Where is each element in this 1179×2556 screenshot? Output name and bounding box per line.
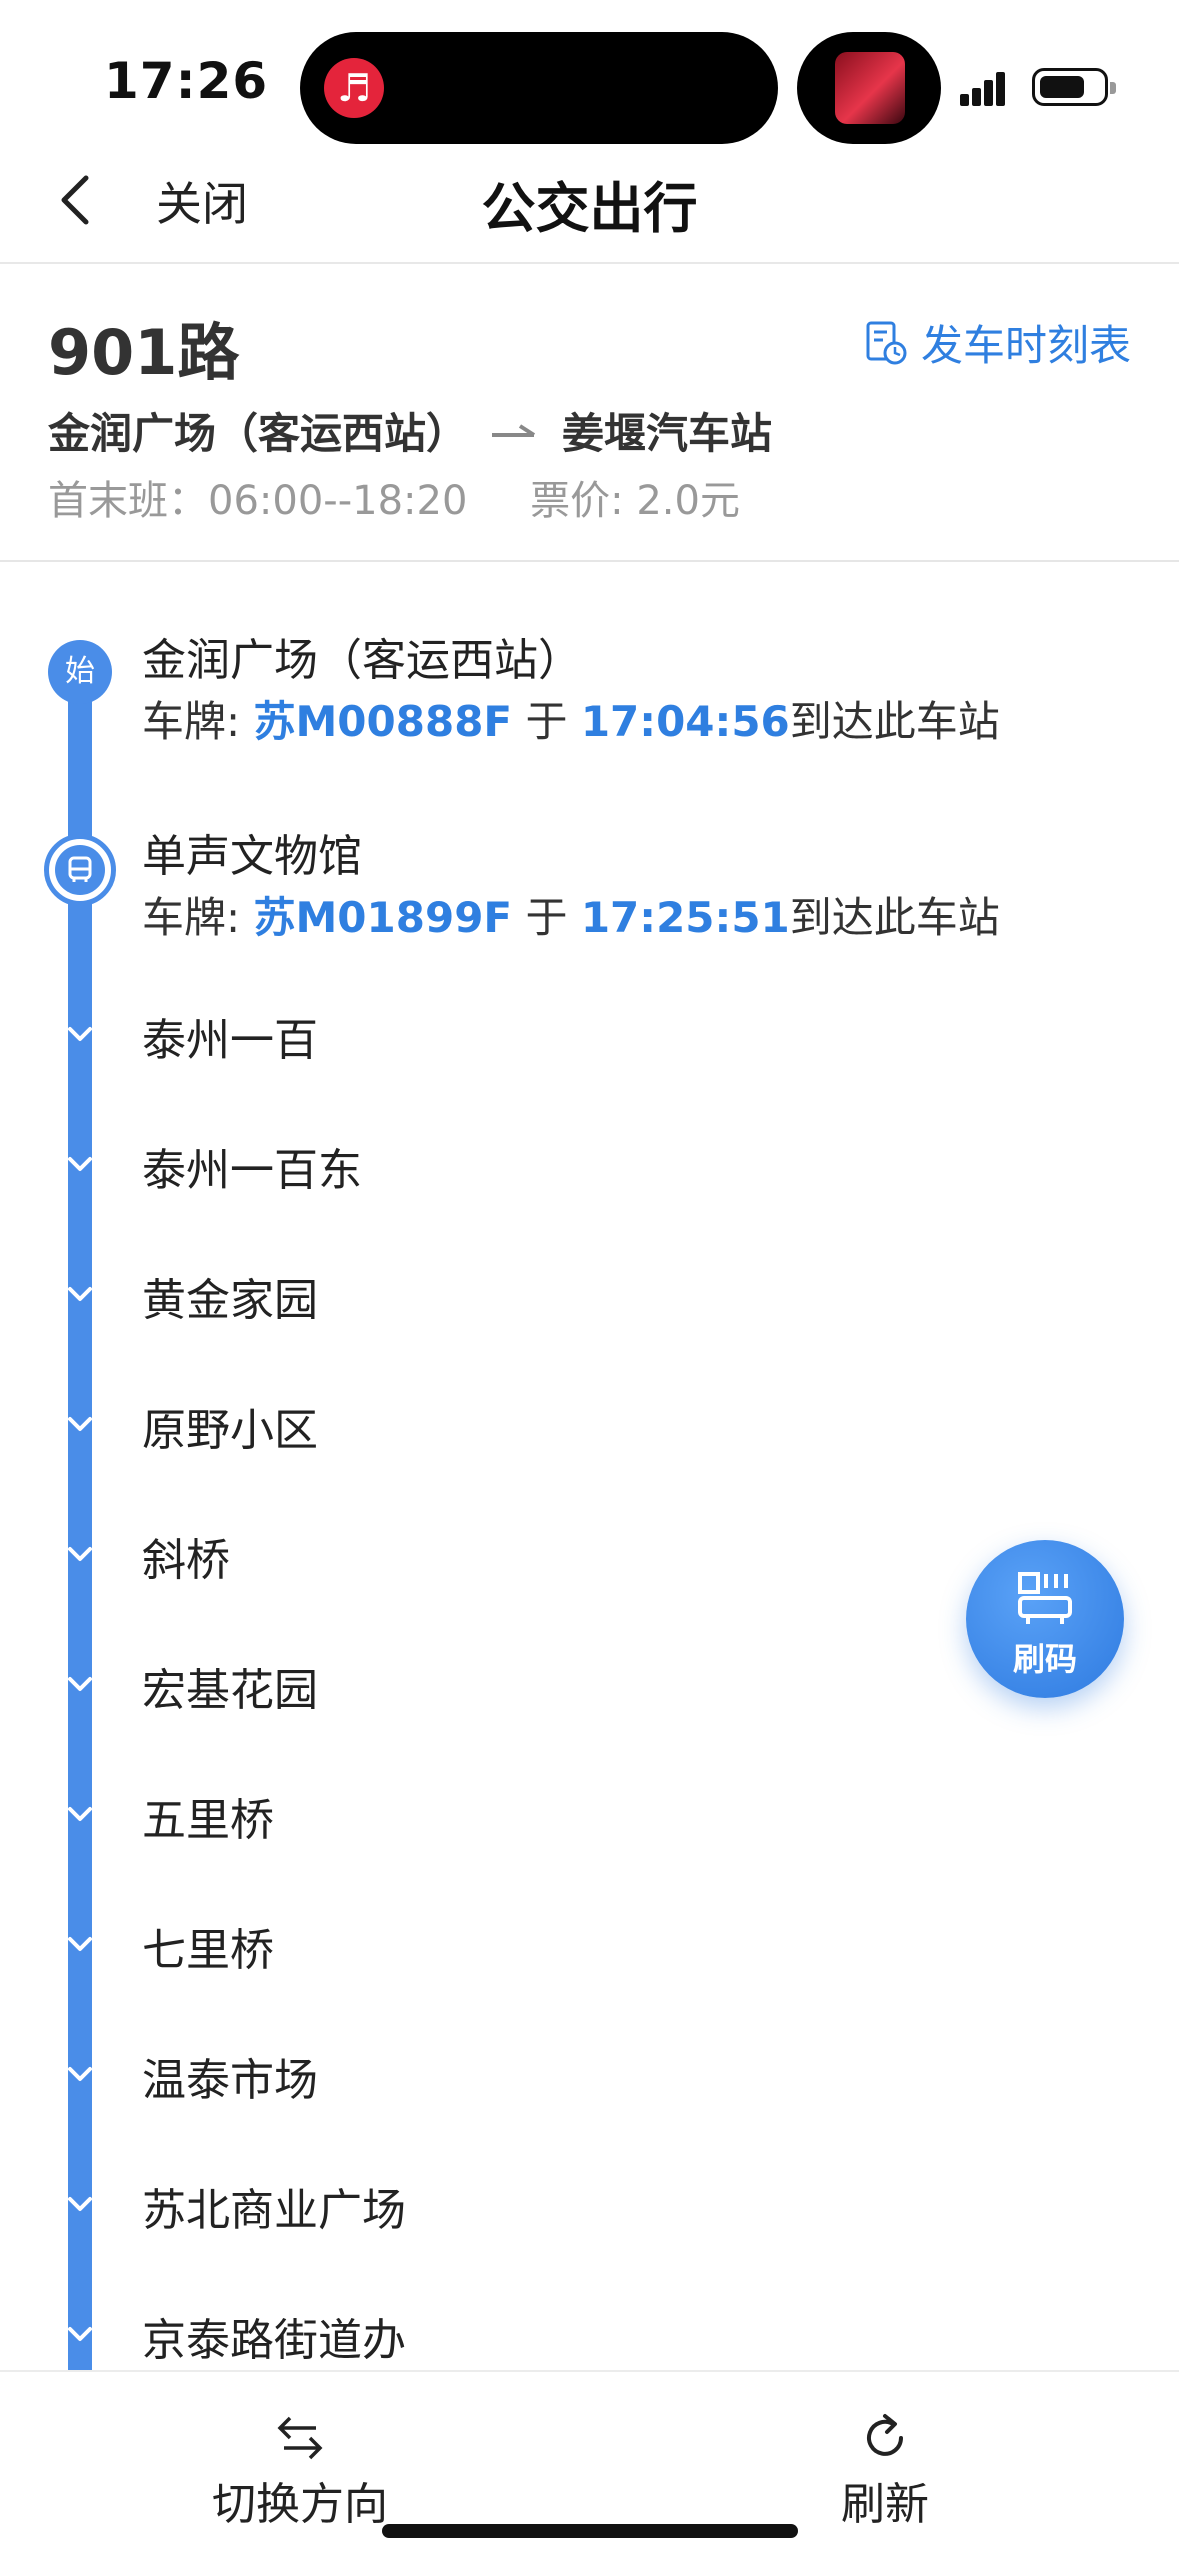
stop-name: 宏基花园 xyxy=(142,1665,318,1716)
bus-arrival-info: 车牌: 苏M00888F 于 17:04:56到达此车站 xyxy=(142,697,1000,746)
route-destination: 姜堰汽车站 xyxy=(562,409,773,458)
stop-item[interactable]: 五里桥 xyxy=(0,1776,1179,1906)
music-app-icon: ♬ xyxy=(324,58,384,118)
chevron-down-icon xyxy=(68,1547,92,1561)
page-title: 公交出行 xyxy=(481,177,698,240)
stop-name: 五里桥 xyxy=(142,1795,274,1846)
stop-name: 七里桥 xyxy=(142,1925,274,1976)
direction-arrow-icon xyxy=(492,423,536,437)
stop-name: 黄金家园 xyxy=(142,1275,318,1326)
stop-item[interactable]: 泰州一百 xyxy=(0,996,1179,1126)
stop-name: 斜桥 xyxy=(142,1535,230,1586)
start-badge: 始 xyxy=(48,640,112,704)
timetable-clock-icon xyxy=(866,321,907,364)
stop-item[interactable]: 京泰路街道办 xyxy=(0,2296,1179,2370)
route-info: 首末班：06:00--18:20 票价: 2.0元 xyxy=(48,468,740,526)
scan-code-button[interactable]: 刷码 xyxy=(966,1540,1124,1698)
refresh-button[interactable]: 刷新 xyxy=(820,2410,950,2532)
chevron-down-icon xyxy=(68,2327,92,2341)
stop-name: 苏北商业广场 xyxy=(142,2185,406,2236)
now-playing-island[interactable] xyxy=(797,32,941,144)
dynamic-island[interactable]: ♬ xyxy=(300,32,778,144)
timetable-label: 发车时刻表 xyxy=(920,321,1131,370)
chevron-down-icon xyxy=(68,1157,92,1171)
chevron-down-icon xyxy=(68,1677,92,1691)
chevron-down-icon xyxy=(68,2197,92,2211)
bus-stop-name[interactable]: 单声文物馆 xyxy=(142,820,362,884)
bottom-bar: 切换方向 刷新 xyxy=(0,2370,1179,2556)
route-header: 901路 发车时刻表 金润广场（客运西站） 姜堰汽车站 首末班：06:00--1… xyxy=(0,266,1179,562)
bus-plate: 苏M00888F xyxy=(253,697,513,746)
route-direction: 金润广场（客运西站） 姜堰汽车站 xyxy=(48,400,772,461)
service-hours: 首末班：06:00--18:20 xyxy=(48,478,468,524)
bus-arrival-info: 车牌: 苏M01899F 于 17:25:51到达此车站 xyxy=(142,893,1000,942)
stop-name: 温泰市场 xyxy=(142,2055,318,2106)
navigation-bar: 关闭 公交出行 xyxy=(0,150,1179,264)
stop-name: 泰州一百 xyxy=(142,1015,318,1066)
chevron-down-icon xyxy=(68,2067,92,2081)
home-indicator[interactable] xyxy=(382,2524,798,2538)
album-art-icon xyxy=(835,52,905,124)
stop-item[interactable]: 苏北商业广场 xyxy=(0,2166,1179,2296)
stop-item[interactable]: 温泰市场 xyxy=(0,2036,1179,2166)
chevron-down-icon xyxy=(68,1937,92,1951)
refresh-icon xyxy=(867,2414,903,2456)
switch-direction-button[interactable]: 切换方向 xyxy=(190,2410,410,2532)
stop-item[interactable]: 七里桥 xyxy=(0,1906,1179,2036)
cellular-signal-icon xyxy=(960,68,1014,106)
bus-position-icon xyxy=(44,834,116,906)
status-bar: 17:26 ♬ xyxy=(0,0,1179,150)
timetable-button[interactable]: 发车时刻表 xyxy=(865,312,1131,373)
bus-qr-icon xyxy=(1018,1572,1072,1624)
stop-name: 泰州一百东 xyxy=(142,1145,362,1196)
bus-arrival-time: 17:25:51 xyxy=(580,893,790,942)
stop-item[interactable]: 黄金家园 xyxy=(0,1256,1179,1386)
stop-timeline[interactable]: 始 金润广场（客运西站） 车牌: 苏M00888F 于 17:04:56到达此车… xyxy=(0,564,1179,2370)
stop-item[interactable]: 原野小区 xyxy=(0,1386,1179,1516)
route-origin: 金润广场（客运西站） xyxy=(48,409,469,458)
route-name: 901路 xyxy=(48,316,240,389)
bus-stop-name[interactable]: 金润广场（客运西站） xyxy=(142,624,582,688)
stop-item[interactable]: 泰州一百东 xyxy=(0,1126,1179,1256)
scan-code-label: 刷码 xyxy=(1012,1640,1077,1678)
chevron-down-icon xyxy=(68,1417,92,1431)
stop-name: 原野小区 xyxy=(142,1405,318,1456)
chevron-down-icon xyxy=(68,1027,92,1041)
chevron-down-icon xyxy=(68,1287,92,1301)
stop-name: 京泰路街道办 xyxy=(142,2315,406,2366)
switch-direction-label: 切换方向 xyxy=(212,2479,388,2530)
bus-arrival-time: 17:04:56 xyxy=(580,697,790,746)
battery-icon xyxy=(1032,68,1116,106)
status-time: 17:26 xyxy=(104,52,269,110)
chevron-down-icon xyxy=(68,1807,92,1821)
fare: 票价: 2.0元 xyxy=(530,478,740,524)
refresh-label: 刷新 xyxy=(841,2479,929,2530)
bus-plate: 苏M01899F xyxy=(253,893,513,942)
swap-arrows-icon xyxy=(277,2416,323,2460)
